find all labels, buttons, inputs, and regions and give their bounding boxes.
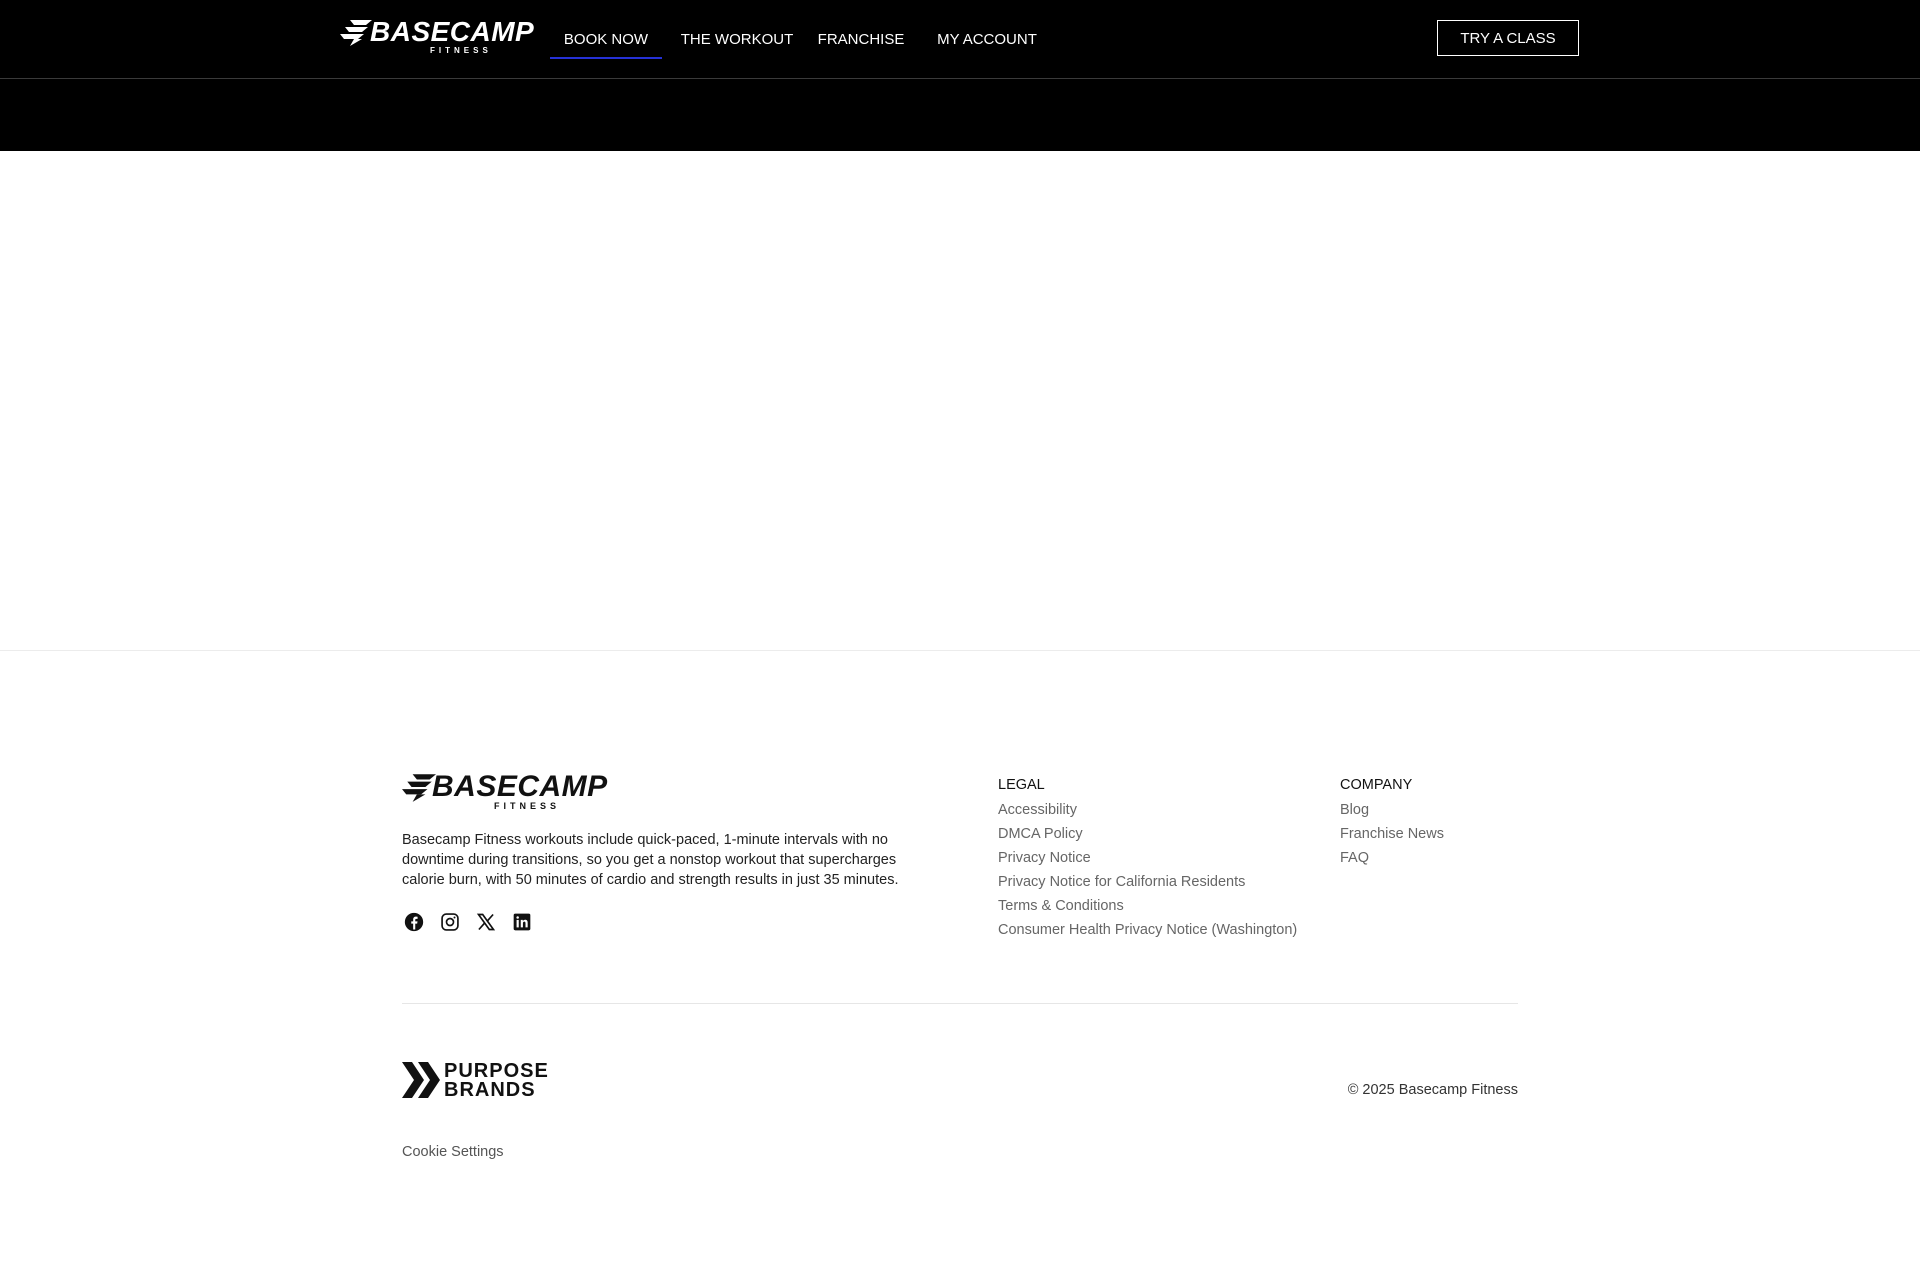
footer-link-dmca-policy[interactable]: DMCA Policy (998, 822, 1297, 846)
logo-subtitle: FITNESS (494, 801, 561, 811)
instagram-icon (441, 913, 459, 931)
nav-book-now[interactable]: BOOK NOW (550, 0, 662, 78)
logo-subtitle: FITNESS (430, 46, 492, 55)
footer-divider (402, 1003, 1518, 1004)
basecamp-logo[interactable]: BASECAMP FITNESS (340, 18, 534, 58)
main-nav: BOOK NOW THE WORKOUT FRANCHISE MY ACCOUN… (550, 0, 1042, 78)
try-a-class-button[interactable]: TRY A CLASS (1437, 20, 1579, 56)
footer-company-column: COMPANY Blog Franchise News FAQ (1340, 776, 1444, 870)
purpose-brands-text: PURPOSE BRANDS (444, 1061, 549, 1101)
lightning-bolt-icon (402, 774, 436, 802)
footer-link-terms[interactable]: Terms & Conditions (998, 894, 1297, 918)
linkedin-icon (513, 913, 531, 931)
nav-my-account[interactable]: MY ACCOUNT (932, 0, 1042, 78)
top-navigation-bar: BASECAMP FITNESS BOOK NOW THE WORKOUT FR… (0, 0, 1920, 79)
nav-the-workout[interactable]: THE WORKOUT (672, 0, 802, 78)
footer-link-franchise-news[interactable]: Franchise News (1340, 822, 1444, 846)
cookie-settings-link[interactable]: Cookie Settings (402, 1144, 504, 1160)
content-divider (0, 650, 1920, 651)
footer-link-accessibility[interactable]: Accessibility (998, 798, 1297, 822)
footer-link-privacy-california[interactable]: Privacy Notice for California Residents (998, 870, 1297, 894)
footer-link-consumer-health[interactable]: Consumer Health Privacy Notice (Washingt… (998, 918, 1297, 942)
purpose-brands-logo[interactable]: PURPOSE BRANDS (402, 1061, 562, 1101)
logo-wordmark: BASECAMP (432, 770, 608, 803)
nav-franchise[interactable]: FRANCHISE (806, 0, 916, 78)
x-link[interactable] (474, 910, 498, 934)
instagram-link[interactable] (438, 910, 462, 934)
footer-link-faq[interactable]: FAQ (1340, 846, 1444, 870)
hero-banner (0, 79, 1920, 151)
footer-description: Basecamp Fitness workouts include quick-… (402, 832, 899, 888)
footer-legal-column: LEGAL Accessibility DMCA Policy Privacy … (998, 776, 1297, 942)
purpose-brands-line2: BRANDS (444, 1079, 536, 1101)
footer-link-blog[interactable]: Blog (1340, 798, 1444, 822)
double-chevron-icon (402, 1062, 440, 1098)
footer-link-privacy-notice[interactable]: Privacy Notice (998, 846, 1297, 870)
linkedin-link[interactable] (510, 910, 534, 934)
lightning-bolt-icon (340, 20, 372, 46)
facebook-link[interactable] (402, 910, 426, 934)
logo-wordmark: BASECAMP (370, 16, 535, 47)
x-icon (476, 913, 496, 931)
company-heading: COMPANY (1340, 777, 1413, 793)
facebook-icon (404, 912, 424, 932)
footer-basecamp-logo[interactable]: BASECAMP FITNESS (402, 772, 607, 812)
legal-heading: LEGAL (998, 777, 1045, 793)
social-links (402, 910, 546, 934)
copyright-text: © 2025 Basecamp Fitness (1347, 1082, 1518, 1098)
